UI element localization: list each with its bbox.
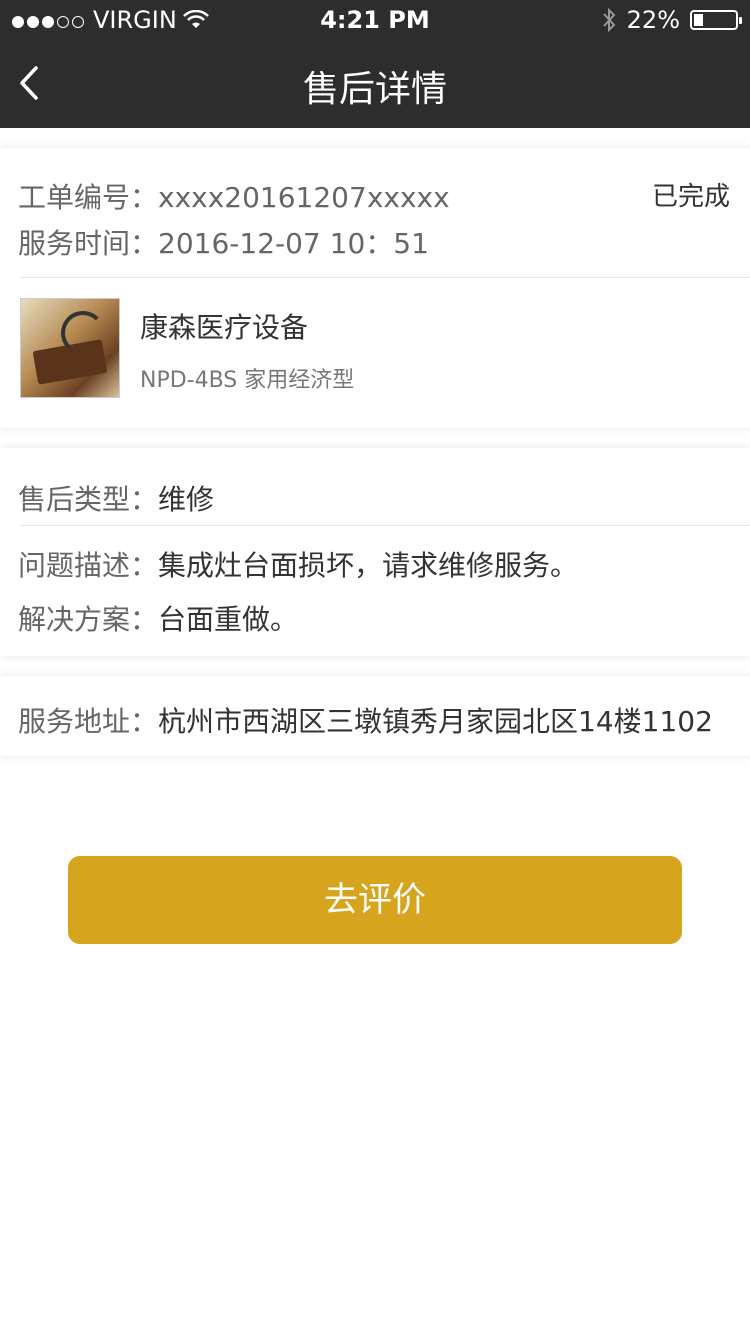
nav-bar: 售后详情 <box>0 40 750 128</box>
order-number-value: xxxx20161207xxxxx <box>158 181 450 214</box>
divider <box>20 277 750 278</box>
solution-row: 解决方案：台面重做。 <box>18 598 298 638</box>
problem-desc-row: 问题描述：集成灶台面损坏，请求维修服务。 <box>18 544 578 584</box>
problem-desc-label: 问题描述： <box>18 549 159 582</box>
problem-desc-value: 集成灶台面损坏，请求维修服务。 <box>158 549 579 582</box>
service-type-value: 维修 <box>158 483 215 516</box>
order-status-badge: 已完成 <box>651 182 730 212</box>
battery-icon <box>690 10 742 30</box>
service-type-label: 售后类型： <box>18 483 159 516</box>
solution-label: 解决方案： <box>18 603 159 636</box>
order-number-label: 工单编号： <box>18 181 159 214</box>
divider <box>20 525 750 526</box>
evaluate-button[interactable]: 去评价 <box>68 856 682 944</box>
page-title: 售后详情 <box>302 69 447 110</box>
address-label: 服务地址： <box>18 705 159 738</box>
status-bar: VIRGIN 4:21 PM 22% <box>0 0 750 40</box>
battery-percent: 22% <box>626 6 680 34</box>
service-time-label: 服务时间： <box>18 227 159 260</box>
order-card: 工单编号：xxxx20161207xxxxx 已完成 服务时间：2016-12-… <box>0 148 750 428</box>
service-time-value: 2016-12-07 10：51 <box>158 227 429 260</box>
service-type-row: 售后类型：维修 <box>18 478 214 518</box>
address-row: 服务地址：杭州市西湖区三墩镇秀月家园北区14楼1102 <box>18 700 713 740</box>
service-card: 售后类型：维修 问题描述：集成灶台面损坏，请求维修服务。 解决方案：台面重做。 <box>0 448 750 656</box>
product-model: NPD-4BS 家用经济型 <box>140 368 355 393</box>
service-time-row: 服务时间：2016-12-07 10：51 <box>18 222 429 262</box>
address-card: 服务地址：杭州市西湖区三墩镇秀月家园北区14楼1102 <box>0 676 750 756</box>
bluetooth-icon <box>602 7 616 33</box>
status-bar-right: 22% <box>601 6 742 34</box>
product-image[interactable] <box>20 298 120 398</box>
solution-value: 台面重做。 <box>158 603 299 636</box>
order-number-row: 工单编号：xxxx20161207xxxxx <box>18 176 450 216</box>
address-value: 杭州市西湖区三墩镇秀月家园北区14楼1102 <box>158 705 713 738</box>
product-name: 康森医疗设备 <box>140 311 309 344</box>
